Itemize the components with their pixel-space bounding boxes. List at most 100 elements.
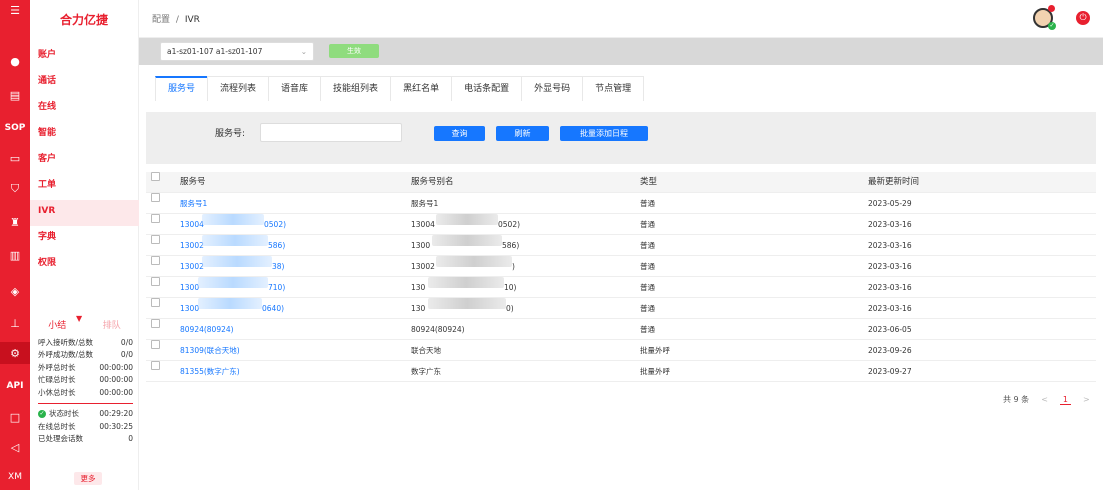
megaphone-icon[interactable]: ◁ [0,436,30,458]
power-icon[interactable]: ⏻ [1076,11,1090,25]
tab-display-number[interactable]: 外显号码 [521,76,584,101]
row-checkbox[interactable] [151,277,160,286]
select-all-checkbox[interactable] [151,172,160,181]
apply-button[interactable]: 生效 [329,44,379,58]
menu-icon[interactable]: ☰ [0,0,30,20]
sidebar-item-ticket[interactable]: 工单 [30,174,139,200]
query-button[interactable]: 查询 [434,126,485,141]
table-row: 80924(80924) 80924(80924) 普通 2023-06-05 [146,319,1096,340]
service-number-label: 服务号: [215,129,246,139]
stat-row: 呼入接听数/总数 0/0 [38,337,133,347]
refresh-button[interactable]: 刷新 [496,126,549,141]
breadcrumb-separator: / [175,15,179,25]
tab-blacklist[interactable]: 黑红名单 [390,76,453,101]
stat-row-status: ✓ 状态时长 00:29:20 [38,409,133,419]
sidebar-item-customer[interactable]: 客户 [30,148,139,174]
row-checkbox[interactable] [151,361,160,370]
row-checkbox[interactable] [151,319,160,328]
bar-chart-icon[interactable]: ▥ [0,244,30,266]
tab-flow-list[interactable]: 流程列表 [207,76,270,101]
sidebar-item-call[interactable]: 通话 [30,70,139,96]
redaction-mask [198,277,268,288]
redaction-mask [436,256,512,267]
app-root: ☰ ● ▤ SOP ▭ ⛉ ♜ ▥ ◈ ⊥ ⚙ API □ ◁ XM 合力亿捷 … [0,0,1103,490]
avatar[interactable]: ✓ [1033,5,1056,30]
stats-panel: ▼ 小结 排队 呼入接听数/总数 0/0 外呼成功数/总数 0/0 外呼总时长 00:… [30,312,139,485]
next-page-icon[interactable]: > [1083,395,1090,404]
table-row: 13004 0502) 13004 0502) 普通 2023-03-16 [146,214,1096,235]
breadcrumb-parent[interactable]: 配置 [152,15,170,25]
check-circle-icon: ✓ [38,410,46,419]
tab-phonebar-config[interactable]: 电话条配置 [451,76,523,101]
sidebar-item-permission[interactable]: 权限 [30,252,139,278]
prev-page-icon[interactable]: < [1041,395,1048,404]
sidebar-item-dictionary[interactable]: 字典 [30,226,139,252]
row-checkbox[interactable] [151,214,160,223]
table-row: 1300 710) 130 10) 普通 2023-03-16 [146,277,1096,298]
row-checkbox[interactable] [151,235,160,244]
tab-skill-group-list[interactable]: 技能组列表 [320,76,392,101]
robot-icon[interactable]: ♜ [0,211,30,233]
table-row: 服务号1 服务号1 普通 2023-05-29 [146,193,1096,214]
org-chart-icon[interactable]: ⊥ [0,312,30,334]
tab-queue[interactable]: 排队 [103,318,121,331]
row-checkbox[interactable] [151,298,160,307]
breadcrumb: 配置 / IVR [152,12,200,25]
service-number-link[interactable]: 80924(80924) [180,319,234,340]
sidebar-item-ivr[interactable]: IVR [30,200,139,226]
redaction-mask [202,256,272,267]
col-service-number: 服务号 [180,177,206,187]
tab-service-number[interactable]: 服务号 [155,76,209,101]
server-select[interactable]: a1-sz01-107 a1-sz01-107 ⌄ [160,42,314,61]
brand-title: 合力亿捷 [59,12,108,27]
row-checkbox[interactable] [151,193,160,202]
service-number-link[interactable]: 服务号1 [180,193,207,214]
search-panel: 服务号: 查询 刷新 批量添加日程 [146,112,1096,164]
stat-row: 小休总时长 00:00:00 [38,387,133,397]
tab-summary[interactable]: 小结 [48,318,66,331]
shield-icon[interactable]: ⛉ [0,178,30,200]
monitor-icon[interactable]: ▭ [0,147,30,169]
redaction-mask [202,235,268,246]
book-icon[interactable]: □ [0,406,30,428]
service-number-link[interactable]: 1300 [180,277,199,298]
api-icon[interactable]: API [0,375,30,397]
sop-icon[interactable]: SOP [0,117,30,139]
service-number-link[interactable]: 1300 [180,298,199,319]
notification-dot-icon [1048,5,1055,12]
sidebar-item-account[interactable]: 账户 [30,44,139,70]
stat-row: 忙碌总时长 00:00:00 [38,375,133,385]
chat-icon[interactable]: ◈ [0,280,30,302]
stat-row: 在线总时长 00:30:25 [38,421,133,431]
service-number-link[interactable]: 13002 [180,235,204,256]
table-header: 服务号 服务号别名 类型 最新更新时间 [146,172,1096,193]
xm-icon[interactable]: XM [0,466,30,488]
sidebar-menu: 账户 通话 在线 智能 客户 工单 IVR 字典 权限 [30,44,139,278]
main-content: 服务号 流程列表 语音库 技能组列表 黑红名单 电话条配置 外显号码 节点管理 … [139,65,1103,490]
service-number-link[interactable]: 81309(联合天地) [180,340,240,361]
sidebar-item-online[interactable]: 在线 [30,96,139,122]
service-number-input[interactable] [260,123,402,142]
breadcrumb-current: IVR [184,15,200,25]
stats-tabs: ▼ 小结 排队 [30,312,139,336]
clipboard-icon[interactable]: ▤ [0,84,30,106]
service-number-link[interactable]: 81355(数字广东) [180,361,240,382]
col-alias: 服务号别名 [411,177,454,187]
page-1[interactable]: 1 [1059,395,1071,405]
redaction-mask [436,214,498,225]
server-select-bar: a1-sz01-107 a1-sz01-107 ⌄ 生效 [139,38,1103,65]
batch-add-schedule-button[interactable]: 批量添加日程 [560,126,648,141]
service-number-link[interactable]: 13004 [180,214,204,235]
more-button[interactable]: 更多 [74,472,102,485]
tab-voice-library[interactable]: 语音库 [268,76,322,101]
row-checkbox[interactable] [151,340,160,349]
tab-node-management[interactable]: 节点管理 [582,76,645,101]
table-row: 81355(数字广东) 数字广东 批量外呼 2023-09-27 [146,361,1096,382]
gear-icon[interactable]: ⚙ [0,342,30,364]
user-icon[interactable]: ● [0,50,30,72]
sidebar-item-ai[interactable]: 智能 [30,122,139,148]
table-row: 13002 38) 13002 ) 普通 2023-03-16 [146,256,1096,277]
redaction-mask [428,298,506,309]
service-number-link[interactable]: 13002 [180,256,204,277]
row-checkbox[interactable] [151,256,160,265]
